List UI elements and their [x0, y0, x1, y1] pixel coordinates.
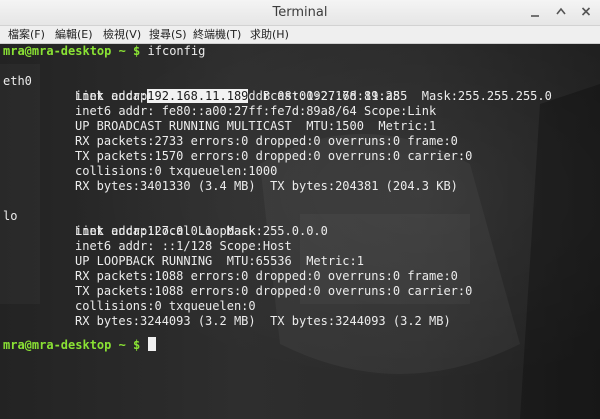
menu-file[interactable]: 檔案(F)	[8, 26, 45, 44]
command-text: ifconfig	[147, 44, 206, 58]
eth0-bytes: RX bytes:3401330 (3.4 MB) TX bytes:20438…	[75, 179, 458, 193]
menu-search[interactable]: 搜尋(S)	[149, 26, 187, 44]
lo-rx-packets-line: RX packets:1088 errors:0 dropped:0 overr…	[3, 254, 600, 283]
lo-tx-packets-line: TX packets:1088 errors:0 dropped:0 overr…	[3, 269, 600, 298]
close-icon	[581, 7, 591, 16]
minimize-button[interactable]	[527, 4, 543, 20]
terminal-window: Terminal 檔案(F) 編輯(E) 檢視(V) 搜尋(S) 終端機(T) …	[0, 0, 600, 419]
maximize-button[interactable]	[553, 4, 569, 20]
final-prompt: mra@mra-desktop ~ $	[3, 338, 141, 352]
terminal-area[interactable]: mra@mra-desktop ~ $ ifconfig eth0 Link e…	[0, 44, 600, 419]
menu-bar: 檔案(F) 編輯(E) 檢視(V) 搜尋(S) 終端機(T) 求助(H)	[0, 26, 600, 44]
eth0-bytes-line: RX bytes:3401330 (3.4 MB) TX bytes:20438…	[3, 164, 600, 193]
lo-bytes-line: RX bytes:3244093 (3.2 MB) TX bytes:32440…	[3, 299, 600, 328]
minimize-icon	[531, 15, 539, 17]
menu-edit[interactable]: 編輯(E)	[55, 26, 93, 44]
prompt: mra@mra-desktop ~ $	[3, 44, 141, 58]
title-bar[interactable]: Terminal	[0, 0, 600, 26]
eth0-rx-packets-line: RX packets:2733 errors:0 dropped:0 overr…	[3, 119, 600, 148]
menu-terminal[interactable]: 終端機(T)	[193, 26, 241, 44]
eth0-inet-line: inet addr:192.168.11.189 Bcast:192.168.1…	[3, 74, 600, 103]
lo-bytes: RX bytes:3244093 (3.2 MB) TX bytes:32440…	[75, 314, 451, 328]
eth0-flags-line: UP BROADCAST RUNNING MULTICAST MTU:1500 …	[3, 104, 600, 133]
window-title: Terminal	[272, 5, 328, 20]
eth0-tx-packets-line: TX packets:1570 errors:0 dropped:0 overr…	[3, 134, 600, 163]
lo-inet-line: inet addr:127.0.0.1 Mask:255.0.0.0	[3, 209, 600, 238]
text-cursor	[147, 337, 156, 351]
lo-link-line: lo Link encap:Local Loopback	[3, 194, 600, 238]
lo-inet6-line: inet6 addr: ::1/128 Scope:Host	[3, 224, 600, 253]
lo-collisions-line: collisions:0 txqueuelen:0	[3, 284, 600, 313]
eth0-collisions-line: collisions:0 txqueuelen:1000	[3, 149, 600, 178]
menu-view[interactable]: 檢視(V)	[103, 26, 141, 44]
final-prompt-line[interactable]: mra@mra-desktop ~ $	[3, 337, 156, 352]
eth0-inet6-line: inet6 addr: fe80::a00:27ff:fe7d:89a8/64 …	[3, 89, 600, 118]
command-line: mra@mra-desktop ~ $ ifconfig	[3, 44, 205, 59]
lo-flags-line: UP LOOPBACK RUNNING MTU:65536 Metric:1	[3, 239, 600, 268]
eth0-link-line: eth0 Link encap:Ethernet HWaddr 08:00:27…	[3, 59, 600, 103]
menu-help[interactable]: 求助(H)	[250, 26, 289, 44]
maximize-icon	[556, 7, 566, 15]
close-button[interactable]	[578, 4, 594, 20]
